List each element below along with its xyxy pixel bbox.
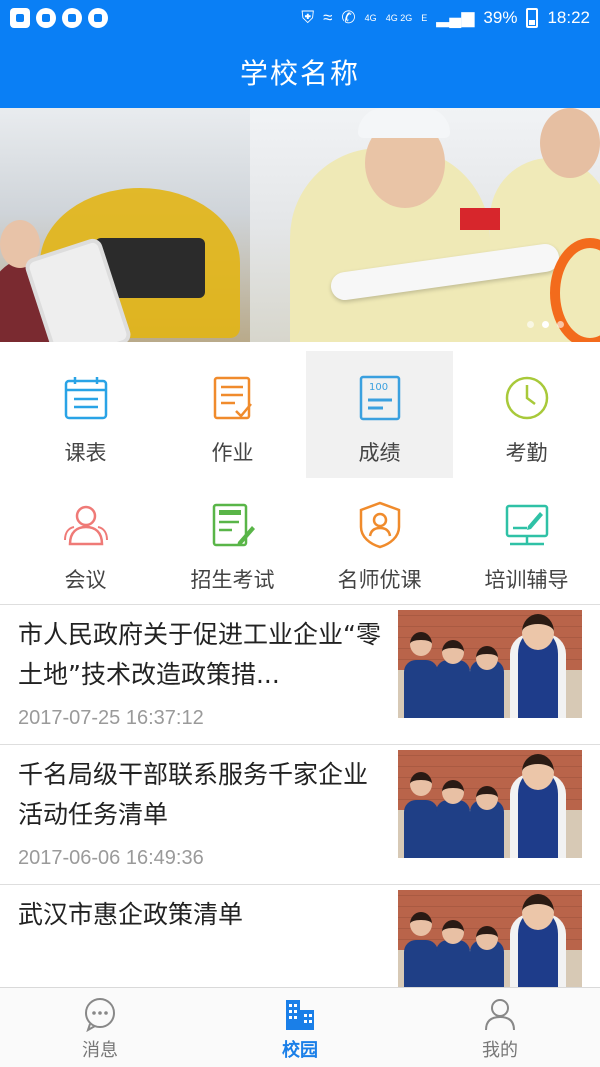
- calendar-icon: [64, 377, 107, 420]
- tab-campus[interactable]: 校园: [200, 988, 400, 1067]
- bottom-tab-bar: 消息 校园 我的: [0, 987, 600, 1067]
- network-type: 4G: [364, 12, 377, 23]
- news-date: 2017-07-25 16:37:12: [18, 707, 204, 729]
- shield-icon: ⛨: [301, 8, 315, 27]
- app-header: 学校名称: [0, 36, 600, 108]
- svg-text:100: 100: [369, 382, 388, 393]
- app-notification-icon: [36, 8, 56, 28]
- battery-icon: [526, 8, 539, 28]
- profile-icon: [485, 999, 515, 1031]
- carousel-dot-active: [542, 321, 549, 328]
- status-bar: ⛨ ≈ ✆ 4G 4G 2G E ▂▄▆ 39% 18:22: [0, 0, 600, 36]
- menu-label: 作业: [211, 441, 254, 465]
- menu-item-homework[interactable]: 作业: [159, 351, 306, 478]
- tab-label: 校园: [282, 1040, 318, 1061]
- call-icon: ✆: [341, 8, 356, 27]
- menu-label: 考勤: [505, 441, 548, 465]
- exam-icon: [212, 503, 255, 547]
- chat-notification-icon: [10, 8, 30, 28]
- news-date: 2017-06-06 16:49:36: [18, 847, 204, 869]
- news-thumbnail: [398, 750, 582, 858]
- news-title: 市人民政府关于促进工业企业“零土地”技术改造政策措...: [18, 620, 381, 689]
- page-title: 学校名称: [239, 57, 360, 90]
- menu-item-admission-exam[interactable]: 招生考试: [159, 478, 306, 605]
- menu-label: 课表: [64, 441, 107, 465]
- menu-label: 名师优课: [337, 568, 422, 592]
- menu-label: 成绩: [358, 441, 401, 465]
- menu-item-grades[interactable]: 100 成绩: [306, 351, 453, 478]
- message-icon: [85, 998, 115, 1032]
- battery-percent: 39%: [483, 8, 518, 27]
- banner-carousel[interactable]: [0, 108, 600, 342]
- news-title: 千名局级干部联系服务千家企业活动任务清单: [18, 760, 369, 829]
- tab-label: 消息: [82, 1040, 118, 1061]
- clock-icon: [505, 376, 548, 420]
- people-icon: [63, 505, 108, 546]
- network-type-stack: 4G 2G: [385, 12, 413, 23]
- clock-time: 18:22: [547, 8, 590, 27]
- carousel-indicator: [527, 321, 564, 328]
- training-icon: [505, 504, 548, 546]
- tab-profile[interactable]: 我的: [400, 988, 600, 1067]
- score-icon: 100: [359, 375, 400, 421]
- wifi-icon: ≈: [323, 8, 333, 27]
- app-notification-icon: [88, 8, 108, 28]
- banner-photo-officials: [250, 108, 600, 342]
- menu-item-timetable[interactable]: 课表: [12, 351, 159, 478]
- app-notification-icon: [62, 8, 82, 28]
- teacher-badge-icon: [359, 501, 400, 549]
- tab-label: 我的: [482, 1040, 518, 1061]
- carousel-dot: [527, 321, 534, 328]
- checklist-icon: [213, 376, 252, 420]
- news-thumbnail: [398, 890, 582, 998]
- feature-grid: 课表 作业 100 成绩 考勤 会议 招生考试 名师优课 培训辅导: [0, 342, 600, 604]
- banner-photo-factory: [0, 108, 250, 342]
- menu-item-training[interactable]: 培训辅导: [453, 478, 600, 605]
- menu-label: 招生考试: [190, 568, 275, 592]
- network-e: E: [421, 12, 428, 23]
- tab-messages[interactable]: 消息: [0, 988, 200, 1067]
- menu-item-attendance[interactable]: 考勤: [453, 351, 600, 478]
- menu-label: 培训辅导: [484, 568, 569, 592]
- signal-icon: ▂▄▆: [436, 8, 475, 27]
- news-title: 武汉市惠企政策清单: [18, 900, 244, 929]
- news-item[interactable]: 市人民政府关于促进工业企业“零土地”技术改造政策措... 2017-07-25 …: [0, 605, 600, 745]
- carousel-dot: [557, 321, 564, 328]
- news-item[interactable]: 千名局级干部联系服务千家企业活动任务清单 2017-06-06 16:49:36: [0, 745, 600, 885]
- menu-item-meeting[interactable]: 会议: [12, 478, 159, 605]
- menu-label: 会议: [64, 568, 107, 592]
- menu-item-teacher-courses[interactable]: 名师优课: [306, 478, 453, 605]
- campus-icon: [286, 1000, 314, 1030]
- notification-icons: [10, 8, 108, 28]
- news-thumbnail: [398, 610, 582, 718]
